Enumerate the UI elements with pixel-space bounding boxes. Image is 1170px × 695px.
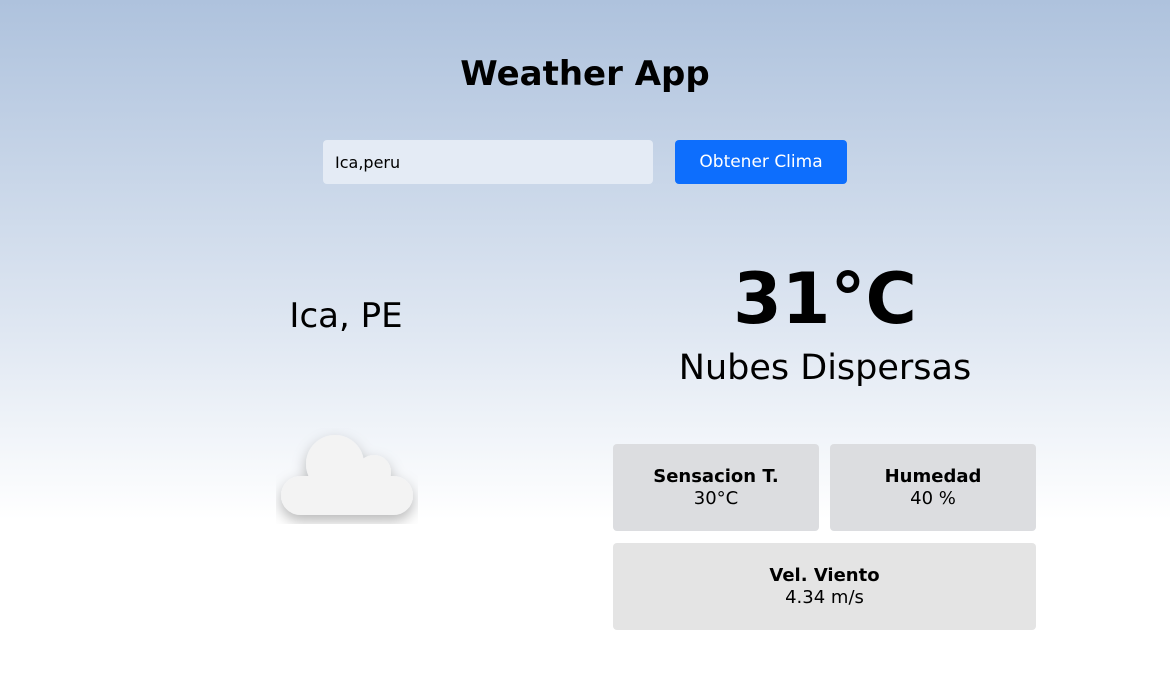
search-bar: Obtener Clima bbox=[323, 140, 847, 184]
page-title: Weather App bbox=[460, 54, 710, 94]
city-search-input[interactable] bbox=[323, 140, 653, 184]
get-weather-button[interactable]: Obtener Clima bbox=[675, 140, 847, 184]
feels-like-label: Sensacion T. bbox=[653, 465, 779, 487]
humidity-label: Humedad bbox=[884, 465, 982, 487]
wind-speed-value: 4.34 m/s bbox=[785, 586, 864, 608]
feels-like-value: 30°C bbox=[693, 487, 739, 509]
city-name: Ica, PE bbox=[289, 296, 403, 336]
humidity-value: 40 % bbox=[910, 487, 956, 509]
wind-speed-label: Vel. Viento bbox=[769, 564, 880, 586]
temperature: 31°C bbox=[733, 258, 917, 340]
cloud-icon bbox=[276, 428, 418, 524]
humidity-card: Humedad 40 % bbox=[830, 444, 1036, 531]
feels-like-card: Sensacion T. 30°C bbox=[613, 444, 819, 531]
weather-description: Nubes Dispersas bbox=[678, 348, 972, 388]
wind-speed-card: Vel. Viento 4.34 m/s bbox=[613, 543, 1036, 630]
